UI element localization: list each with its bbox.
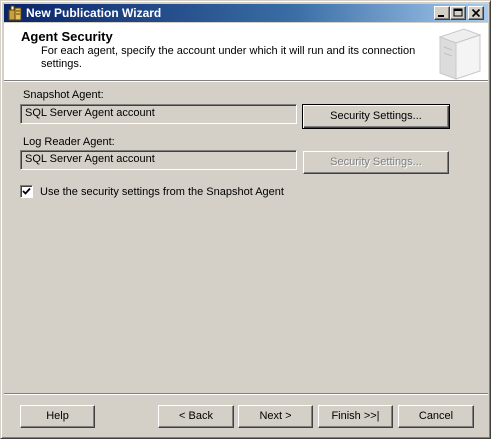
maximize-button[interactable]: [450, 6, 466, 20]
back-button[interactable]: < Back: [158, 405, 234, 428]
use-snapshot-settings-checkbox[interactable]: [20, 185, 33, 198]
use-snapshot-settings-label[interactable]: Use the security settings from the Snaps…: [40, 186, 284, 198]
page-title: Agent Security: [21, 29, 113, 44]
snapshot-agent-label: Snapshot Agent:: [23, 89, 104, 101]
next-button[interactable]: Next >: [238, 405, 313, 428]
log-reader-agent-account-field: SQL Server Agent account: [20, 150, 297, 170]
snapshot-agent-account-field: SQL Server Agent account: [20, 104, 297, 124]
log-reader-agent-label: Log Reader Agent:: [23, 136, 115, 148]
wizard-app-icon[interactable]: [7, 5, 23, 21]
window-title: New Publication Wizard: [26, 6, 162, 20]
header-band: Agent Security For each agent, specify t…: [4, 23, 488, 82]
log-reader-security-settings-button[interactable]: Security Settings...: [303, 151, 449, 174]
snapshot-security-settings-button[interactable]: Security Settings...: [302, 104, 450, 129]
cancel-button[interactable]: Cancel: [398, 405, 474, 428]
minimize-icon: [438, 15, 444, 17]
footer-separator: [4, 393, 488, 395]
finish-button[interactable]: Finish >>|: [318, 405, 393, 428]
title-bar[interactable]: New Publication Wizard: [4, 4, 488, 22]
wizard-window: New Publication Wizard Agent Security Fo…: [0, 0, 491, 439]
minimize-button[interactable]: [434, 6, 450, 20]
page-subtitle: For each agent, specify the account unde…: [41, 45, 416, 70]
close-button[interactable]: [468, 6, 484, 20]
server-graphic-icon: [430, 25, 486, 81]
maximize-icon: [453, 8, 463, 17]
help-button[interactable]: Help: [20, 405, 95, 428]
close-icon: [471, 8, 481, 18]
checkmark-icon: [22, 187, 31, 195]
